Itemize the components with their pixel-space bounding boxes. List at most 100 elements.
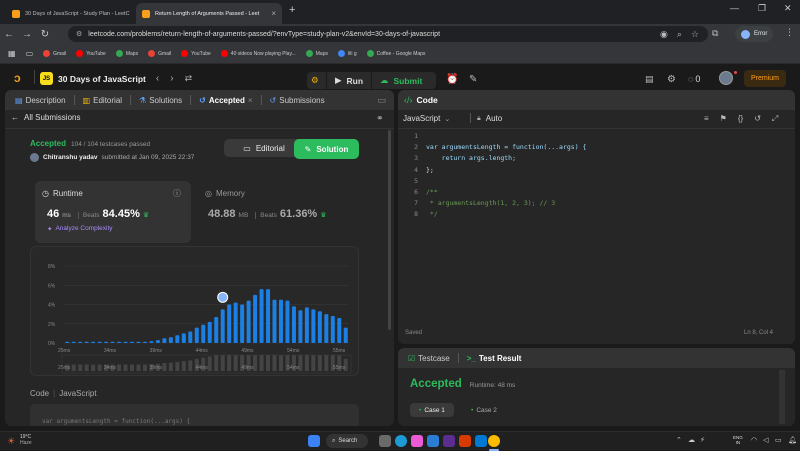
shuffle-icon[interactable]: ⇄ xyxy=(185,73,193,84)
bookmark-lili[interactable]: lili g xyxy=(337,50,357,57)
bookmark-playlist[interactable]: 40 videos Now playing Play... xyxy=(220,50,296,57)
memory-heading[interactable]: ◎ Memory xyxy=(205,189,245,198)
collapse-icon[interactable]: ▭ xyxy=(377,95,386,106)
reload-icon[interactable]: ↻ xyxy=(36,29,54,40)
minimize-icon[interactable]: — xyxy=(730,3,739,13)
study-plan-link[interactable]: JS 30 Days of JavaScript ‹ › ⇄ xyxy=(40,72,192,85)
leetcode-logo-icon[interactable]: ↄ xyxy=(14,71,21,85)
runtime-distribution-chart[interactable]: 8% 6% 4% 2% 0% 25ms 25ms 34ms 34ms 39ms 39ms 44ms 44… xyxy=(30,246,359,376)
debug-icon[interactable]: ⚙ xyxy=(307,72,326,89)
tab-editorial[interactable]: ▥ Editorial xyxy=(79,96,126,105)
close-window-icon[interactable]: ✕ xyxy=(784,3,792,14)
tray-icon[interactable]: ⚡ xyxy=(700,436,705,444)
editorial-button[interactable]: ▭ Editorial xyxy=(224,139,304,157)
edge-icon[interactable] xyxy=(395,435,407,447)
site-info-icon[interactable]: ⚙ xyxy=(76,30,82,38)
case-1-tab[interactable]: • Case 1 xyxy=(410,403,454,417)
username[interactable]: Chitranshu yadav xyxy=(43,154,98,161)
notification-bell-icon[interactable]: 🔔︎ xyxy=(788,436,797,444)
bookmark-maps-2[interactable]: Maps xyxy=(305,50,328,57)
extensions-icon[interactable]: ⧉ xyxy=(712,28,718,39)
divider: | xyxy=(53,389,56,398)
task-view-icon[interactable] xyxy=(379,435,391,447)
prev-problem-icon[interactable]: ‹ xyxy=(156,73,159,84)
browser-tab-1[interactable]: 30 Days of JavaScript - Study Plan - Lee… xyxy=(6,3,132,24)
code-editor[interactable]: var argumentsLength = function(...args) … xyxy=(426,132,586,222)
next-problem-icon[interactable]: › xyxy=(170,73,173,84)
office-icon[interactable] xyxy=(459,435,471,447)
scrollbar[interactable] xyxy=(779,370,785,424)
zoom-icon[interactable]: ⌕ xyxy=(677,29,682,40)
analyze-complexity-link[interactable]: ✦ Analyze Complexity xyxy=(47,225,113,233)
format-icon[interactable]: ≡ xyxy=(704,114,709,124)
fullscreen-icon[interactable]: ⤢ xyxy=(772,114,778,124)
bookmark-youtube[interactable]: YouTube xyxy=(76,50,106,57)
copilot-icon[interactable] xyxy=(411,435,423,447)
browser-tab-2[interactable]: Return Length of Arguments Passed - Leet… xyxy=(136,3,282,24)
hide-icon[interactable]: ◉ xyxy=(660,29,668,40)
back-icon[interactable]: ← xyxy=(0,29,18,40)
tray-chevron-icon[interactable]: ⌃ xyxy=(676,436,682,444)
layout-icon[interactable]: ▤ xyxy=(645,74,654,85)
store-icon[interactable] xyxy=(475,435,487,447)
volume-icon[interactable]: ◁ xyxy=(763,436,768,444)
bookmark-coffee[interactable]: Coffee - Google Maps xyxy=(366,50,425,57)
apps-icon[interactable]: ▦ xyxy=(8,49,16,58)
submit-button[interactable]: ☁ Submit xyxy=(372,72,436,89)
bookmark-gmail[interactable]: Gmail xyxy=(43,50,66,57)
run-button[interactable]: ▶ Run xyxy=(327,72,371,89)
language-select[interactable]: JavaScript ⌄ xyxy=(403,114,450,123)
link-icon[interactable]: ⚭ xyxy=(376,113,384,124)
restore-icon[interactable]: ❐ xyxy=(758,3,766,14)
all-submissions-link[interactable]: ← All Submissions xyxy=(11,113,80,122)
tab-testcase[interactable]: ☑ Testcase xyxy=(404,354,454,363)
overview-bar xyxy=(136,364,141,371)
taskbar-search[interactable]: ⌕ Search xyxy=(326,434,368,448)
memory-values[interactable]: 48.88 MB Beats 61.36% ♛ xyxy=(208,208,327,220)
scrollbar[interactable] xyxy=(388,130,391,330)
address-bar[interactable]: ⚙ leetcode.com/problems/return-length-of… xyxy=(68,26,708,42)
bookmark-star-icon[interactable]: ☆ xyxy=(691,29,699,40)
tray-icon[interactable]: ☁ xyxy=(688,436,695,444)
forward-icon[interactable]: → xyxy=(18,29,36,40)
solution-button[interactable]: ✎ Solution xyxy=(294,139,359,159)
menu-icon[interactable]: ⋮ xyxy=(785,27,794,38)
new-tab-button[interactable]: + xyxy=(289,4,295,16)
bookmark-icon[interactable]: ⚑ xyxy=(720,114,727,124)
chart-bar xyxy=(304,307,309,343)
tab-accepted[interactable]: ↺ Accepted × xyxy=(195,96,256,105)
timer-icon[interactable]: ⏰ xyxy=(446,74,458,85)
weather-icon[interactable]: ☀ xyxy=(7,436,15,447)
braces-icon[interactable]: {} xyxy=(738,114,743,124)
notes-icon[interactable]: ✎ xyxy=(469,74,477,85)
reset-icon[interactable]: ↺ xyxy=(754,114,761,124)
tab-test-result[interactable]: >_ Test Result xyxy=(463,354,526,363)
tab-search-icon[interactable]: ▭ xyxy=(26,49,34,58)
chrome-icon[interactable] xyxy=(488,435,500,447)
streak-counter[interactable]: ◌ 0 xyxy=(688,74,700,84)
windows-start-icon[interactable] xyxy=(308,435,320,447)
auto-mode-toggle[interactable]: 🔒︎ Auto xyxy=(477,114,502,123)
battery-icon[interactable]: ▭ xyxy=(775,436,782,444)
case-2-tab[interactable]: • Case 2 xyxy=(462,403,506,417)
profile-error-button[interactable]: Error xyxy=(735,26,774,42)
photos-icon[interactable] xyxy=(427,435,439,447)
weather-widget[interactable]: 19°C Haze xyxy=(20,434,32,446)
close-tab-icon[interactable]: × xyxy=(248,96,253,105)
info-icon[interactable]: ⓘ xyxy=(173,188,181,199)
vscode-icon[interactable] xyxy=(443,435,455,447)
user-avatar[interactable] xyxy=(719,71,733,85)
tab-description[interactable]: ▤ Description xyxy=(11,96,70,105)
bookmark-maps[interactable]: Maps xyxy=(115,50,138,57)
premium-button[interactable]: Premium xyxy=(744,70,786,87)
tab-solutions[interactable]: ⚗ Solutions xyxy=(135,96,186,105)
runtime-card[interactable]: ◷ Runtime ⓘ 46 ms Beats 84.45% ♛ ✦ Analyze… xyxy=(35,181,191,243)
tab-submissions[interactable]: ↺ Submissions xyxy=(266,96,329,105)
language-indicator[interactable]: ENG IN xyxy=(733,435,743,445)
bookmark-youtube-2[interactable]: YouTube xyxy=(181,50,211,57)
chart-bar xyxy=(311,309,316,343)
bookmark-gmail-2[interactable]: Gmail xyxy=(148,50,171,57)
wifi-icon[interactable]: ◠ xyxy=(751,436,757,444)
settings-gear-icon[interactable]: ⚙ xyxy=(667,74,676,85)
close-tab-icon[interactable]: × xyxy=(271,9,276,18)
